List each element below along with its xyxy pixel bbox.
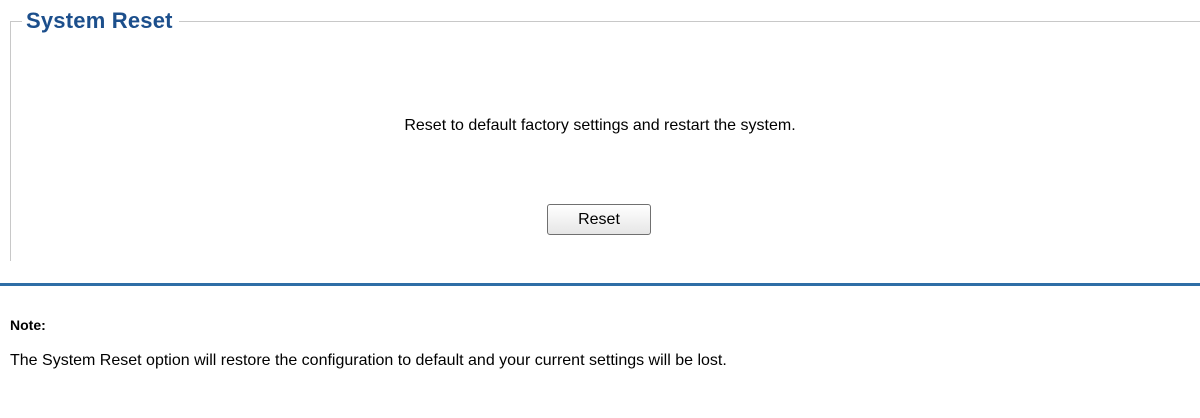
note-title: Note: bbox=[10, 317, 46, 333]
reset-description: Reset to default factory settings and re… bbox=[404, 117, 796, 134]
reset-button[interactable]: Reset bbox=[547, 204, 651, 235]
section-divider bbox=[0, 283, 1200, 286]
section-title: System Reset bbox=[22, 5, 179, 37]
note-text: The System Reset option will restore the… bbox=[10, 352, 727, 369]
system-reset-page: System Reset Reset to default factory se… bbox=[0, 0, 1200, 418]
